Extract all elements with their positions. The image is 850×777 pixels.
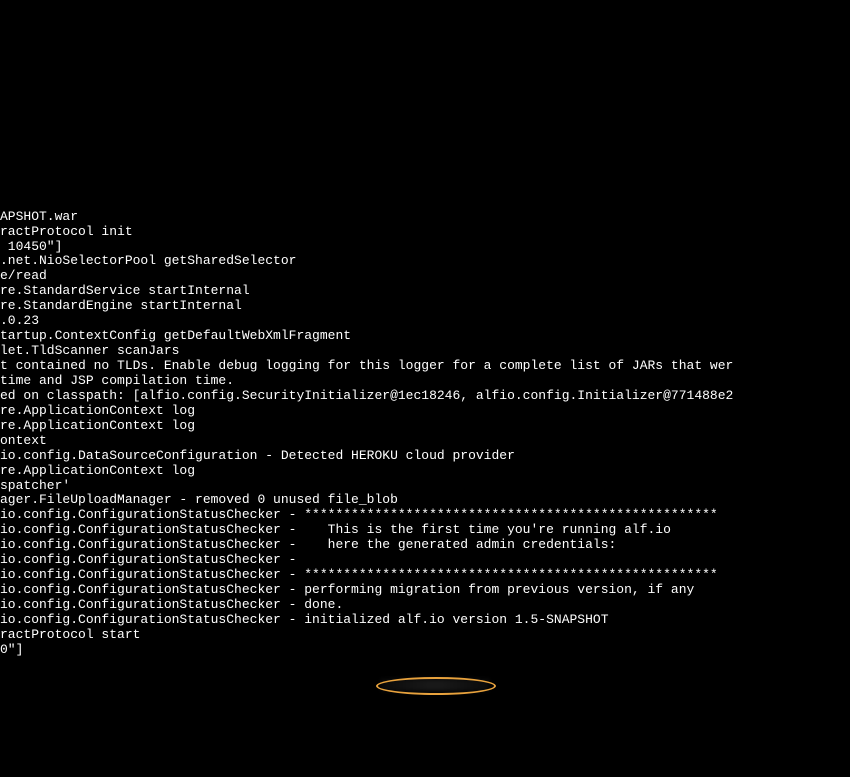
log-line: .net.NioSelectorPool getSharedSelector (0, 254, 850, 269)
log-line: ager.FileUploadManager - removed 0 unuse… (0, 493, 850, 508)
log-line: ontext (0, 434, 850, 449)
log-line: io.config.ConfigurationStatusChecker - *… (0, 508, 850, 523)
log-line: ractProtocol init (0, 225, 850, 240)
log-line: APSHOT.war (0, 210, 850, 225)
log-line: io.config.ConfigurationStatusChecker - h… (0, 538, 850, 553)
log-line: time and JSP compilation time. (0, 374, 850, 389)
log-line: tartup.ContextConfig getDefaultWebXmlFra… (0, 329, 850, 344)
log-line: .0.23 (0, 314, 850, 329)
log-lines-container: APSHOT.warractProtocol init 10450"].net.… (0, 210, 850, 658)
log-line: 0"] (0, 643, 850, 658)
log-line: 10450"] (0, 240, 850, 255)
log-line: re.ApplicationContext log (0, 419, 850, 434)
log-line: re.ApplicationContext log (0, 464, 850, 479)
log-line: spatcher' (0, 479, 850, 494)
log-line: io.config.ConfigurationStatusChecker - *… (0, 568, 850, 583)
log-line: re.StandardEngine startInternal (0, 299, 850, 314)
terminal-output: APSHOT.warractProtocol init 10450"].net.… (0, 180, 850, 703)
log-line: ractProtocol start (0, 628, 850, 643)
log-line: io.config.ConfigurationStatusChecker - i… (0, 613, 850, 628)
log-line: io.config.ConfigurationStatusChecker - p… (0, 583, 850, 598)
log-line: e/read (0, 269, 850, 284)
log-line: io.config.ConfigurationStatusChecker - T… (0, 523, 850, 538)
log-line: io.config.ConfigurationStatusChecker - d… (0, 598, 850, 613)
log-line: re.StandardService startInternal (0, 284, 850, 299)
redacted-credentials (381, 679, 489, 691)
log-line: re.ApplicationContext log (0, 404, 850, 419)
log-line: t contained no TLDs. Enable debug loggin… (0, 359, 850, 374)
log-line: ed on classpath: [alfio.config.SecurityI… (0, 389, 850, 404)
log-line: let.TldScanner scanJars (0, 344, 850, 359)
log-line: io.config.DataSourceConfiguration - Dete… (0, 449, 850, 464)
log-line: io.config.ConfigurationStatusChecker - (0, 553, 850, 568)
